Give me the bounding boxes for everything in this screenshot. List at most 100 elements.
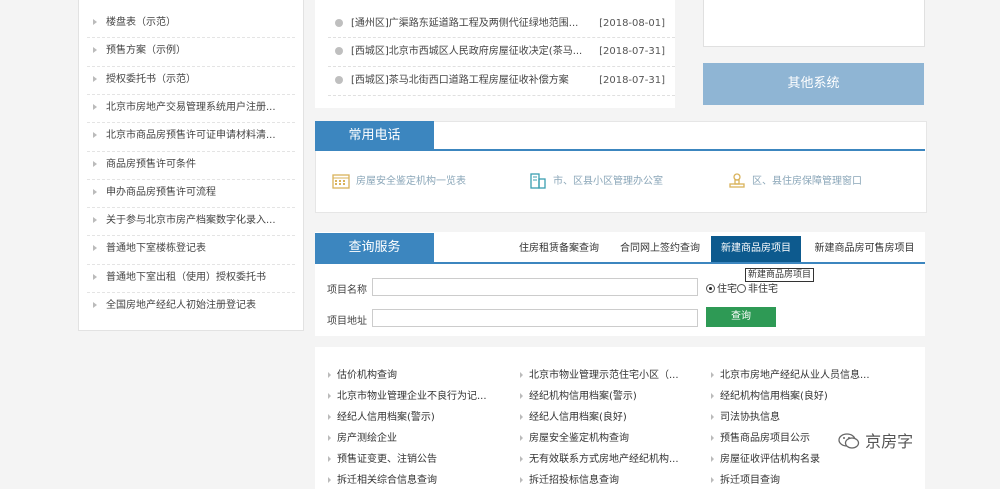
phone-item-housing-window[interactable]: 区、县住房保障管理窗口	[728, 172, 862, 189]
tab-new-commercial-project[interactable]: 新建商品房项目	[711, 236, 801, 262]
query-link-item[interactable]: 拆迁相关综合信息查询	[328, 474, 437, 488]
sidebar-divider	[87, 37, 295, 39]
news-date: [2018-07-31]	[599, 75, 665, 86]
sidebar-item[interactable]: 楼盘表（示范）	[93, 14, 176, 32]
phone-item-label: 市、区县小区管理办公室	[553, 176, 663, 187]
news-item[interactable]: [西城区]北京市西城区人民政府房屋征收决定(茶马... [2018-07-31]	[335, 44, 671, 60]
sidebar-item-label: 申办商品房预售许可流程	[106, 186, 216, 198]
query-link-item[interactable]: 经纪人信用档案(警示)	[328, 411, 435, 425]
other-systems-button[interactable]: 其他系统	[703, 63, 924, 105]
bullet-dot-icon	[335, 19, 343, 27]
query-link-item[interactable]: 估价机构查询	[328, 369, 397, 383]
sidebar-item-label: 全国房地产经纪人初始注册登记表	[106, 300, 256, 311]
news-date: [2018-08-01]	[599, 18, 665, 29]
sidebar-divider	[87, 150, 295, 152]
query-link-item[interactable]: 北京市房地产经纪从业人员信息...	[711, 369, 870, 383]
sidebar-divider	[87, 178, 295, 180]
sidebar-divider	[87, 235, 295, 237]
radio-non-residential-label: 非住宅	[748, 284, 778, 295]
sidebar-item[interactable]: 授权委托书（示范）	[93, 71, 196, 89]
query-link-item[interactable]: 北京市物业管理示范住宅小区（...	[520, 369, 679, 383]
query-link-item[interactable]: 预售证变更、注销公告	[328, 453, 437, 467]
query-link-item[interactable]: 经纪机构信用档案(良好)	[711, 390, 828, 404]
radio-non-residential[interactable]: 非住宅	[737, 280, 778, 295]
tab-rental-filing[interactable]: 住房租赁备案查询	[509, 236, 609, 262]
building-icon	[529, 173, 547, 189]
sidebar-item-label: 北京市商品房预售许可证申请材料清...	[106, 130, 276, 142]
sidebar-item[interactable]: 普通地下室楼栋登记表	[93, 240, 206, 258]
news-divider	[328, 66, 675, 67]
news-title: [西城区]茶马北街西口道路工程房屋征收补偿方案	[351, 75, 569, 86]
bullet-arrow-icon	[93, 302, 97, 308]
bullet-arrow-icon	[93, 160, 97, 167]
sidebar-item-label: 楼盘表（示范）	[106, 17, 176, 28]
sidebar-item[interactable]: 申办商品房预售许可流程	[93, 184, 216, 202]
project-name-label: 项目名称	[327, 285, 367, 296]
phone-section-divider	[315, 149, 925, 151]
stamp-icon	[728, 173, 746, 189]
phone-section-title: 常用电话	[315, 121, 434, 151]
sidebar-item-label: 普通地下室楼栋登记表	[106, 243, 206, 255]
radio-residential-label: 住宅	[717, 284, 737, 295]
query-link-item[interactable]: 北京市物业管理企业不良行为记...	[328, 390, 487, 404]
radio-dot-checked	[706, 284, 715, 293]
bullet-arrow-icon	[93, 75, 97, 82]
query-button[interactable]: 查询	[706, 307, 776, 327]
news-item[interactable]: [西城区]茶马北街西口道路工程房屋征收补偿方案 [2018-07-31]	[335, 73, 671, 89]
phone-item-appraisal[interactable]: 房屋安全鉴定机构一览表	[332, 172, 466, 189]
sidebar-divider	[87, 292, 295, 293]
query-link-item[interactable]: 经纪机构信用档案(警示)	[520, 390, 637, 404]
sidebar-item-label: 预售方案（示例）	[106, 45, 186, 57]
project-address-input[interactable]	[372, 309, 698, 327]
phone-item-community-office[interactable]: 市、区县小区管理办公室	[529, 172, 663, 189]
news-divider	[328, 95, 675, 96]
right-info-box	[703, 0, 925, 47]
query-link-item[interactable]: 拆迁招投标信息查询	[520, 474, 619, 488]
tab-online-contract[interactable]: 合同网上签约查询	[612, 236, 708, 262]
bullet-arrow-icon	[93, 245, 97, 252]
query-link-item[interactable]: 预售商品房项目公示	[711, 432, 810, 446]
query-section-title: 查询服务	[315, 233, 434, 263]
sidebar-divider	[87, 122, 295, 124]
sidebar-item[interactable]: 普通地下室出租（使用）授权委托书	[93, 269, 266, 287]
bullet-arrow-icon	[93, 188, 97, 195]
sidebar-divider	[87, 207, 295, 209]
watermark-text: 京房字	[865, 432, 914, 451]
news-item[interactable]: [通州区]广渠路东延道路工程及两侧代征绿地范围... [2018-08-01]	[335, 16, 671, 32]
bullet-arrow-icon	[93, 217, 97, 224]
bullet-arrow-icon	[93, 103, 97, 110]
project-name-input[interactable]	[372, 278, 698, 296]
phone-item-label: 房屋安全鉴定机构一览表	[356, 176, 466, 187]
query-link-item[interactable]: 司法协执信息	[711, 411, 780, 425]
sidebar-item[interactable]: 北京市商品房预售许可证申请材料清...	[93, 127, 276, 145]
sidebar-item-label: 商品房预售许可条件	[106, 158, 196, 170]
watermark: 京房字	[838, 428, 913, 452]
sidebar-item[interactable]: 北京市房地产交易管理系统用户注册...	[93, 99, 276, 117]
news-divider	[328, 37, 675, 38]
query-link-item[interactable]: 房屋安全鉴定机构查询	[520, 432, 629, 446]
sidebar-item[interactable]: 预售方案（示例）	[93, 42, 186, 60]
sidebar-item[interactable]: 商品房预售许可条件	[93, 156, 196, 174]
bullet-dot-icon	[335, 47, 343, 55]
radio-residential[interactable]: 住宅	[706, 280, 737, 295]
news-title: [西城区]北京市西城区人民政府房屋征收决定(茶马...	[351, 46, 583, 57]
sidebar-item-label: 普通地下室出租（使用）授权委托书	[106, 271, 266, 283]
bullet-arrow-icon	[93, 132, 97, 139]
query-link-item[interactable]: 拆迁项目查询	[711, 474, 780, 488]
query-link-item[interactable]: 经纪人信用档案(良好)	[520, 411, 627, 425]
calendar-icon	[332, 173, 350, 189]
sidebar-divider	[87, 93, 295, 95]
tab-new-commercial-saleable[interactable]: 新建商品房可售房项目	[806, 236, 923, 262]
sidebar-panel: 楼盘表（示范） 预售方案（示例） 授权委托书（示范） 北京市房地产交易管理系统用户注册…	[78, 0, 304, 331]
sidebar-item-label: 授权委托书（示范）	[106, 73, 196, 85]
query-link-item[interactable]: 房屋征收评估机构名录	[711, 453, 820, 467]
news-date: [2018-07-31]	[599, 46, 665, 57]
query-link-item[interactable]: 房产测绘企业	[328, 432, 397, 446]
project-address-label: 项目地址	[327, 316, 367, 327]
sidebar-item-label: 关于参与北京市房产档案数字化录入...	[106, 215, 276, 227]
news-panel: [通州区]广渠路东延道路工程及两侧代征绿地范围... [2018-08-01] [西…	[315, 0, 675, 108]
bullet-arrow-icon	[93, 47, 97, 54]
sidebar-item[interactable]: 关于参与北京市房产档案数字化录入...	[93, 212, 276, 230]
query-link-item[interactable]: 无有效联系方式房地产经纪机构...	[520, 453, 679, 467]
sidebar-item[interactable]: 全国房地产经纪人初始注册登记表	[93, 297, 256, 315]
